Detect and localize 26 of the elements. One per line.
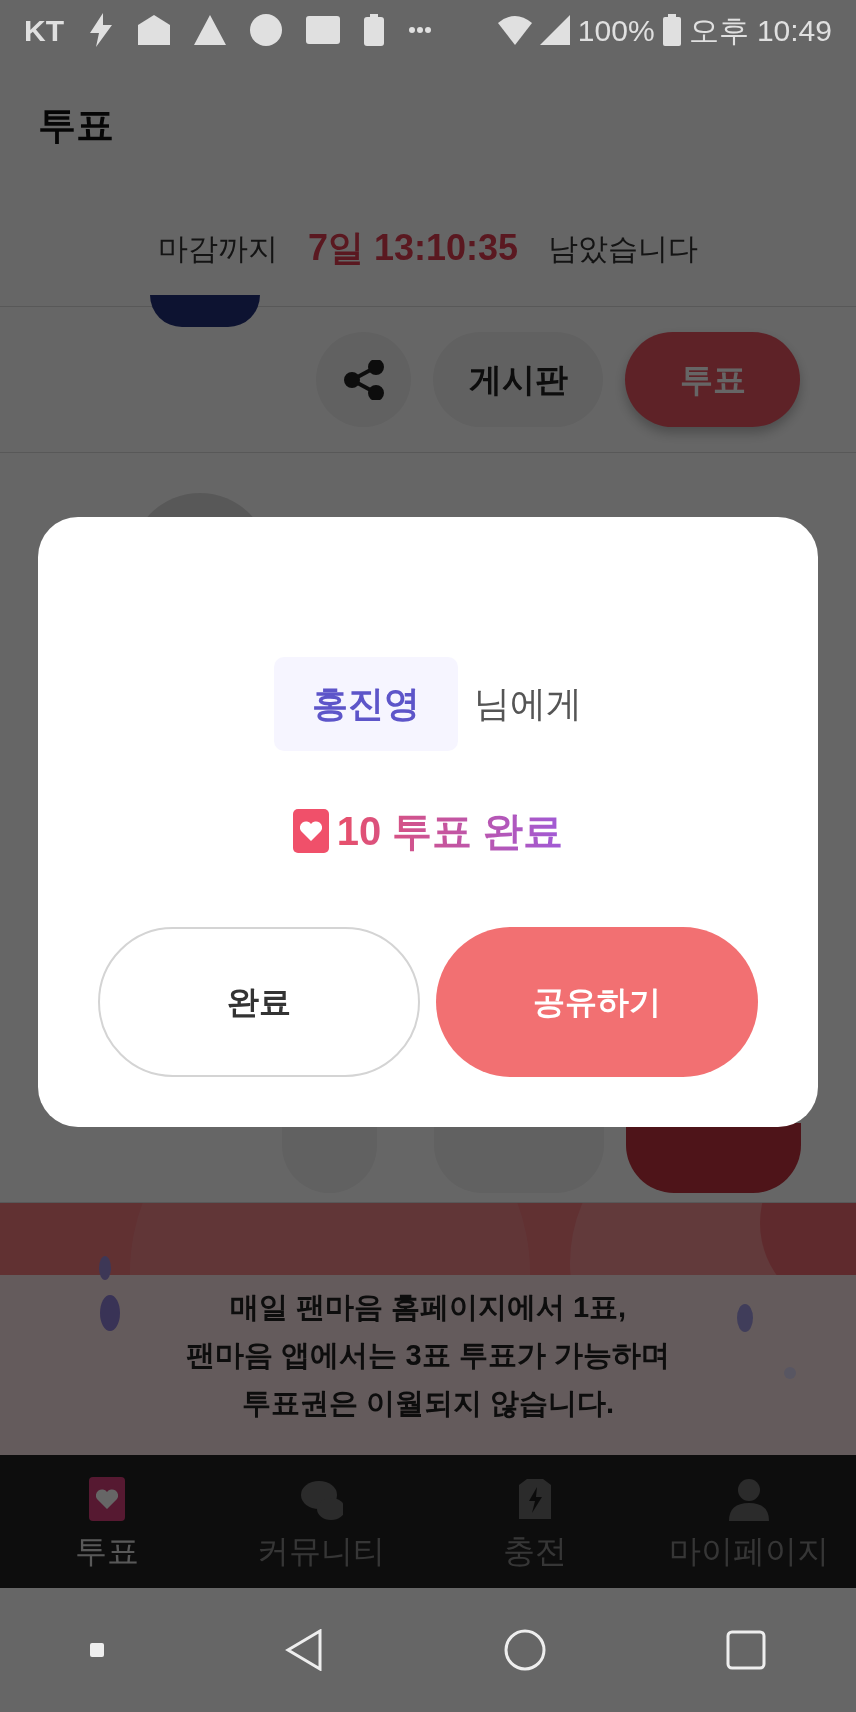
notice-text: 투표권은 이월되지 않습니다. bbox=[240, 1386, 616, 1421]
carrier-label: KT bbox=[24, 12, 64, 49]
share-button[interactable]: 공유하기 bbox=[436, 927, 758, 1077]
clock-time: 오후 10:49 bbox=[688, 12, 832, 49]
notice-text: 팬마음 앱에서는 3표 투표가 가능하며 bbox=[185, 1338, 671, 1373]
board-button[interactable]: 게시판 bbox=[433, 332, 603, 427]
back-icon[interactable] bbox=[284, 1629, 324, 1671]
recipient-suffix: 님에게 bbox=[474, 682, 582, 726]
deadline-suffix: 남았습니다 bbox=[548, 230, 699, 267]
deadline-label: 마감까지 bbox=[157, 230, 278, 267]
countdown-timer: 7일 13:10:35 bbox=[307, 226, 519, 270]
done-button[interactable]: 완료 bbox=[98, 927, 420, 1077]
vote-button[interactable] bbox=[626, 1123, 801, 1193]
lightning-icon bbox=[88, 13, 114, 47]
recipient-name: 홍진영 bbox=[274, 657, 458, 751]
battery-percent: 100% bbox=[577, 12, 655, 49]
tab[interactable]: 투표 bbox=[0, 1455, 214, 1588]
home-icon[interactable] bbox=[504, 1629, 546, 1671]
warning-icon bbox=[194, 15, 226, 45]
person-icon bbox=[727, 1477, 771, 1521]
more-dots-icon bbox=[408, 26, 432, 34]
vote-button[interactable]: 투표 bbox=[625, 332, 800, 427]
notice-text: 매일 팬마음 홈페이지에서 1표, bbox=[228, 1290, 628, 1325]
page-title: 투표 bbox=[38, 102, 114, 148]
recent-apps-icon[interactable] bbox=[726, 1630, 766, 1670]
share-icon bbox=[343, 359, 384, 400]
